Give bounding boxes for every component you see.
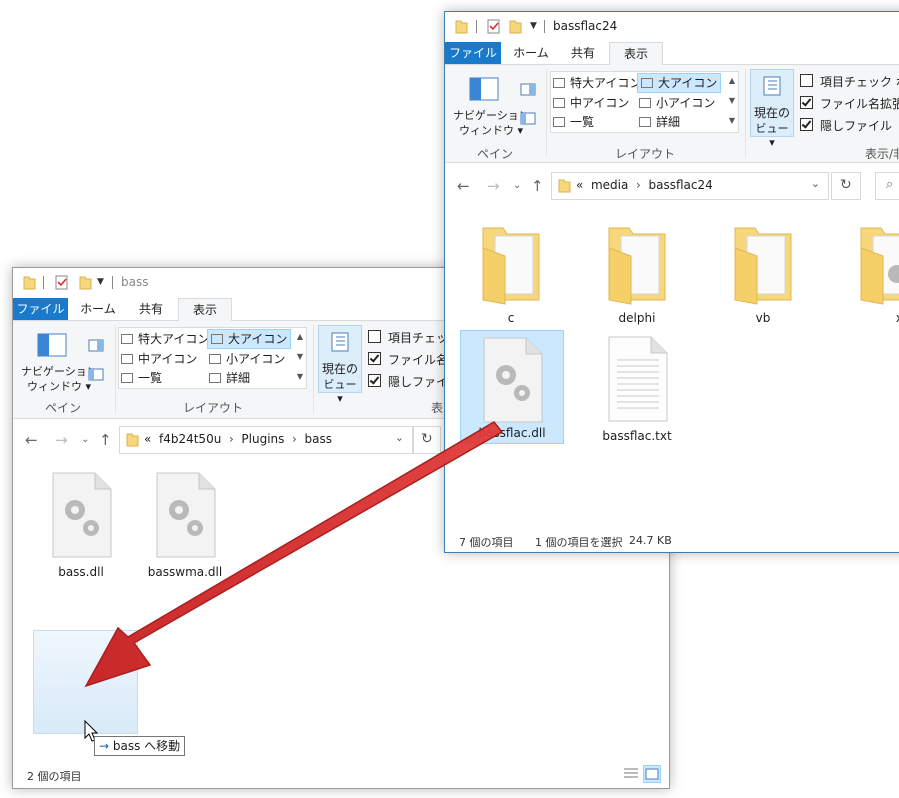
drag-tooltip: → bass へ移動: [94, 736, 186, 756]
move-arrow-icon: →: [99, 739, 110, 753]
drag-direction-arrow: [84, 421, 504, 688]
